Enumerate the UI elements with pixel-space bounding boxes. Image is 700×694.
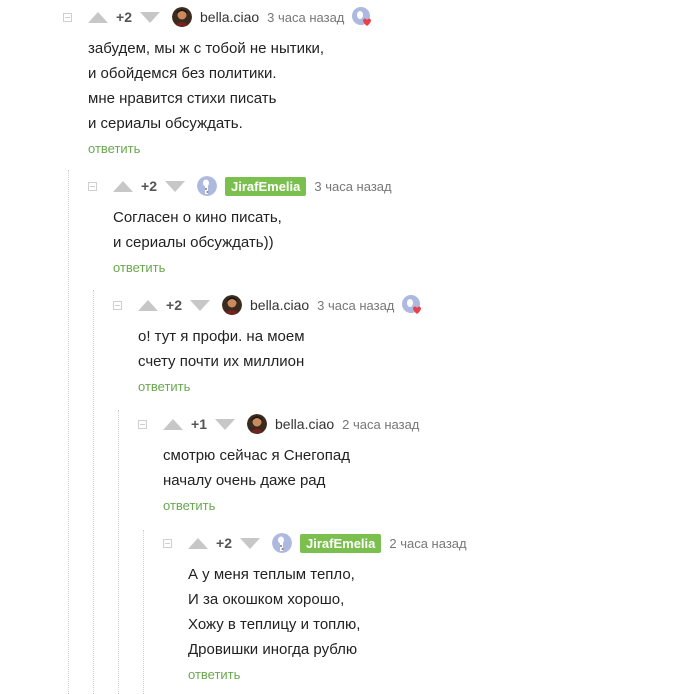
comment-time[interactable]: 3 часа назад — [314, 179, 391, 194]
comment-header: +2 JirafEmelia 2 часа назад — [163, 532, 475, 554]
comment-body: А у меня теплым тепло, И за окошком хоро… — [188, 562, 475, 662]
comment-line: смотрю сейчас я Снегопад — [163, 447, 350, 464]
comment: +2 JirafEmelia 2 часа назад А у меня теп… — [163, 532, 475, 684]
upvote-arrow-icon[interactable] — [188, 537, 208, 549]
comment-line: и сериалы обсуждать. — [88, 115, 243, 132]
comment-time[interactable]: 3 часа назад — [317, 298, 394, 313]
comment-body: смотрю сейчас я Снегопад началу очень да… — [163, 443, 427, 493]
follow-user-icon[interactable] — [402, 295, 422, 315]
reply-link[interactable]: ответить — [88, 141, 140, 156]
comment-line: И за окошком хорошо, — [188, 591, 345, 608]
upvote-arrow-icon[interactable] — [88, 11, 108, 23]
comment-line: забудем, мы ж с тобой не нытики, — [88, 40, 325, 57]
thread-line — [118, 410, 119, 694]
avatar[interactable] — [197, 176, 217, 196]
comment-line: А у меня теплым тепло, — [188, 566, 355, 583]
upvote-arrow-icon[interactable] — [163, 418, 183, 430]
comment: +2 JirafEmelia 3 часа назад Согласен о к… — [88, 175, 400, 277]
avatar[interactable] — [247, 414, 267, 434]
author-name[interactable]: JirafEmelia — [300, 533, 382, 553]
comment-time[interactable]: 2 часа назад — [389, 536, 466, 551]
collapse-toggle[interactable] — [113, 300, 122, 310]
comment-header: +2 bella.ciao 3 часа назад — [113, 294, 422, 316]
reply-link[interactable]: ответить — [138, 379, 190, 394]
thread-line — [93, 290, 94, 694]
thread-line — [143, 530, 144, 694]
comment-header: +2 bella.ciao 3 часа назад — [63, 6, 372, 28]
comment-line: Согласен о кино писать, — [113, 209, 282, 226]
comment-time[interactable]: 3 часа назад — [267, 10, 344, 25]
author-name[interactable]: JirafEmelia — [225, 176, 307, 196]
reply-link[interactable]: ответить — [113, 260, 165, 275]
comment: +1 bella.ciao 2 часа назад смотрю сейчас… — [138, 413, 427, 515]
collapse-toggle[interactable] — [138, 419, 147, 429]
comment-body: забудем, мы ж с тобой не нытики, и обойд… — [88, 36, 372, 136]
upvote-arrow-icon[interactable] — [138, 299, 158, 311]
downvote-arrow-icon[interactable] — [190, 299, 210, 311]
collapse-toggle[interactable] — [63, 12, 72, 22]
upvote-arrow-icon[interactable] — [113, 180, 133, 192]
comment-line: счету почти их миллион — [138, 353, 305, 370]
comment-line: Дровишки иногда рублю — [188, 641, 358, 658]
author-name[interactable]: bella.ciao — [275, 416, 334, 432]
follow-user-icon[interactable] — [352, 7, 372, 27]
avatar[interactable] — [222, 295, 242, 315]
comment-rating: +1 — [191, 416, 207, 432]
downvote-arrow-icon[interactable] — [215, 418, 235, 430]
collapse-toggle[interactable] — [163, 538, 172, 548]
comment-body: о! тут я профи. на моем счету почти их м… — [138, 324, 422, 374]
comment-rating: +2 — [216, 535, 232, 551]
comment: +2 bella.ciao 3 часа назад забудем, мы ж… — [63, 6, 372, 158]
comment-time[interactable]: 2 часа назад — [342, 417, 419, 432]
avatar[interactable] — [172, 7, 192, 27]
downvote-arrow-icon[interactable] — [165, 180, 185, 192]
comment-header: +1 bella.ciao 2 часа назад — [138, 413, 427, 435]
comment-rating: +2 — [166, 297, 182, 313]
comment-rating: +2 — [116, 9, 132, 25]
author-name[interactable]: bella.ciao — [250, 297, 309, 313]
reply-link[interactable]: ответить — [188, 667, 240, 682]
author-name[interactable]: bella.ciao — [200, 9, 259, 25]
comment-line: и обойдемся без политики. — [88, 65, 277, 82]
downvote-arrow-icon[interactable] — [240, 537, 260, 549]
downvote-arrow-icon[interactable] — [140, 11, 160, 23]
avatar[interactable] — [272, 533, 292, 553]
comment-line: мне нравится стихи писать — [88, 90, 277, 107]
comment-line: началу очень даже рад — [163, 472, 326, 489]
collapse-toggle[interactable] — [88, 181, 97, 191]
comment-line: Хожу в теплицу и топлю, — [188, 616, 361, 633]
comment-line: о! тут я профи. на моем — [138, 328, 305, 345]
comment-line: и сериалы обсуждать)) — [113, 234, 274, 251]
comment-header: +2 JirafEmelia 3 часа назад — [88, 175, 400, 197]
thread-line — [68, 170, 69, 694]
comment: +2 bella.ciao 3 часа назад о! тут я проф… — [113, 294, 422, 396]
comment-rating: +2 — [141, 178, 157, 194]
comment-body: Согласен о кино писать, и сериалы обсужд… — [113, 205, 400, 255]
reply-link[interactable]: ответить — [163, 498, 215, 513]
